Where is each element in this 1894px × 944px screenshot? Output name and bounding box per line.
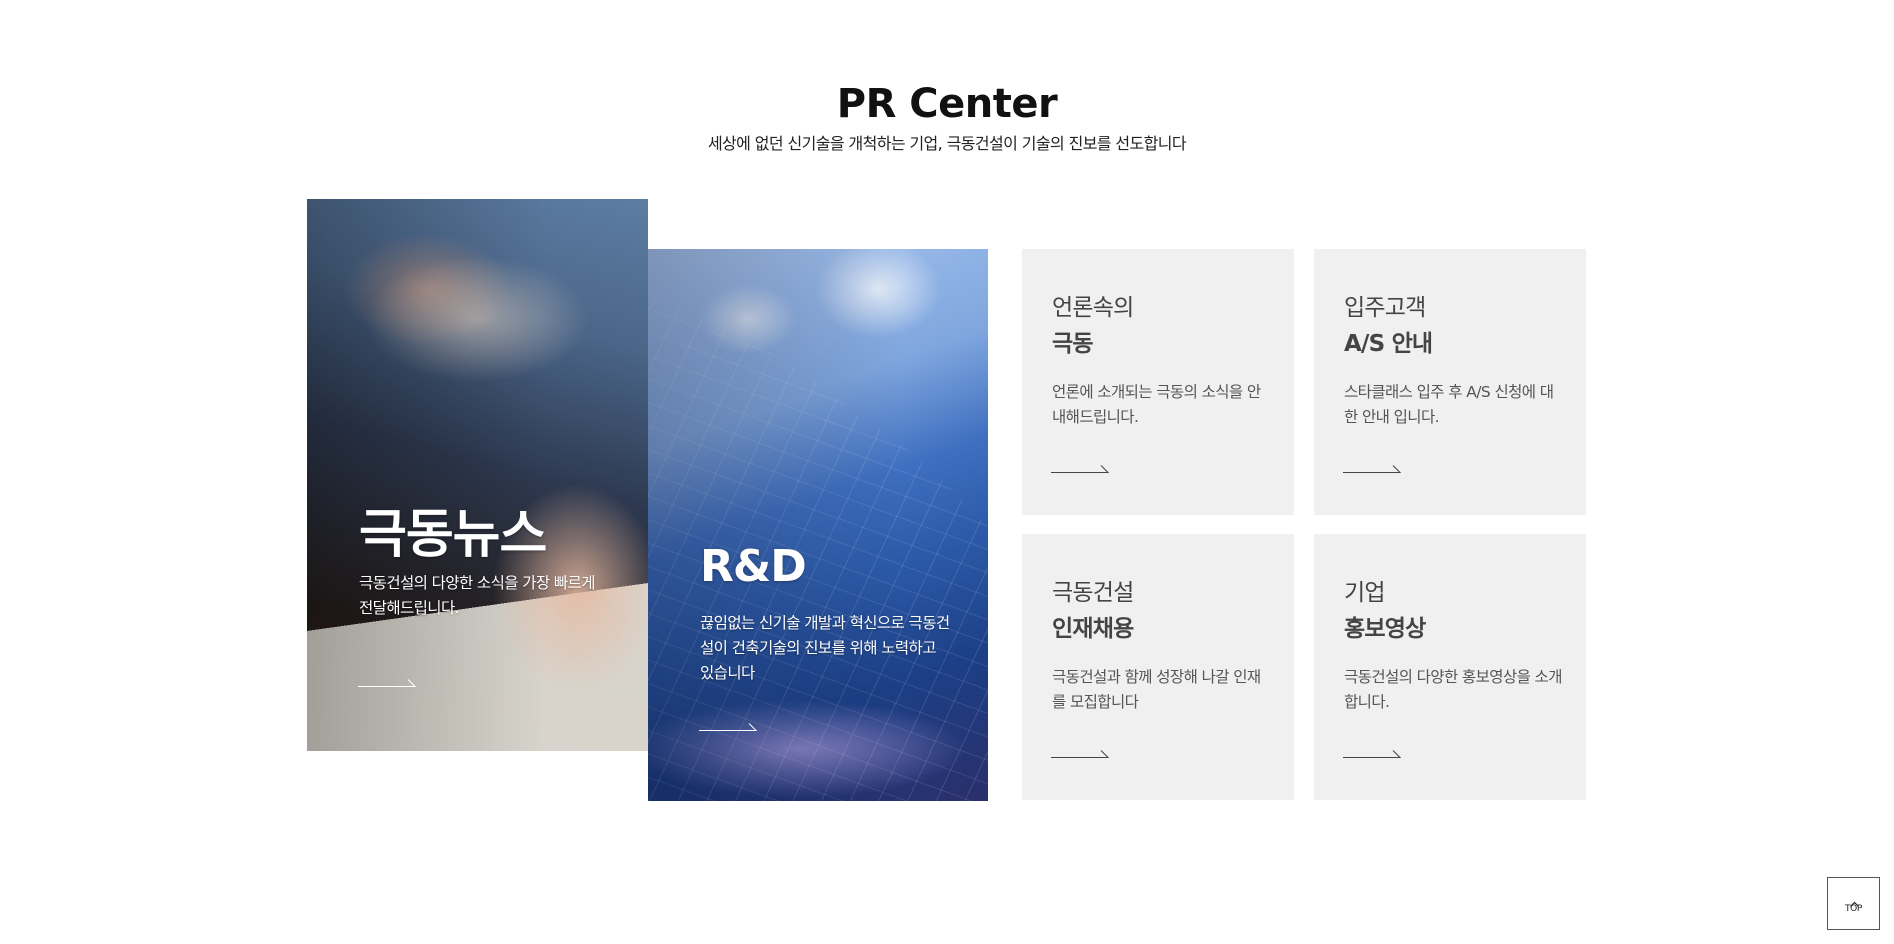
card-label: 기업 (1344, 580, 1386, 606)
section-header: PR Center 세상에 없던 신기술을 개척하는 기업, 극동건설이 기술의… (0, 78, 1894, 156)
news-card-description: 극동건설의 다양한 소식을 가장 빠르게 전달해드립니다. (359, 574, 595, 617)
section-title: PR Center (836, 81, 1058, 127)
arrow-right-icon (1343, 746, 1401, 758)
card-title: 홍보영상 (1344, 616, 1426, 642)
media-coverage-card[interactable]: 언론속의 극동 언론에 소개되는 극동의 소식을 안내해드립니다. (1022, 249, 1294, 515)
card-title: 인재채용 (1052, 616, 1134, 642)
rnd-card-description: 끊임없는 신기술 개발과 혁신으로 극동건설이 건축기술의 진보를 위해 노력하… (700, 614, 950, 682)
arrow-right-icon (358, 675, 416, 687)
arrow-right-icon (1051, 746, 1109, 758)
promo-video-card[interactable]: 기업 홍보영상 극동건설의 다양한 홍보영상을 소개합니다. (1314, 534, 1586, 800)
news-card-heading: 극동뉴스 (359, 505, 547, 565)
news-card[interactable]: 극동뉴스 극동건설의 다양한 소식을 가장 빠르게 전달해드립니다. (307, 199, 648, 751)
arrow-right-icon (1051, 461, 1109, 473)
card-label: 극동건설 (1052, 580, 1134, 606)
arrow-right-icon (699, 719, 757, 731)
card-description: 극동건설과 함께 성장해 나갈 인재를 모집합니다 (1052, 668, 1261, 711)
card-title: A/S 안내 (1344, 331, 1433, 357)
card-label: 입주고객 (1344, 295, 1426, 321)
card-description: 언론에 소개되는 극동의 소식을 안내해드립니다. (1052, 383, 1261, 426)
section-subtitle: 세상에 없던 신기술을 개척하는 기업, 극동건설이 기술의 진보를 선도합니다 (707, 134, 1187, 153)
card-description: 스타클래스 입주 후 A/S 신청에 대한 안내 입니다. (1344, 383, 1554, 426)
card-description: 극동건설의 다양한 홍보영상을 소개합니다. (1344, 668, 1562, 711)
recruitment-card[interactable]: 극동건설 인재채용 극동건설과 함께 성장해 나갈 인재를 모집합니다 (1022, 534, 1294, 800)
scroll-top-button[interactable]: TOP (1827, 877, 1880, 930)
card-title: 극동 (1052, 331, 1094, 357)
rnd-card[interactable]: R&D 끊임없는 신기술 개발과 혁신으로 극동건설이 건축기술의 진보를 위해… (648, 249, 988, 801)
rnd-card-heading: R&D (700, 541, 807, 592)
arrow-right-icon (1343, 461, 1401, 473)
as-service-card[interactable]: 입주고객 A/S 안내 스타클래스 입주 후 A/S 신청에 대한 안내 입니다… (1314, 249, 1586, 515)
card-label: 언론속의 (1052, 295, 1134, 321)
scroll-top-label: TOP (1844, 904, 1863, 914)
